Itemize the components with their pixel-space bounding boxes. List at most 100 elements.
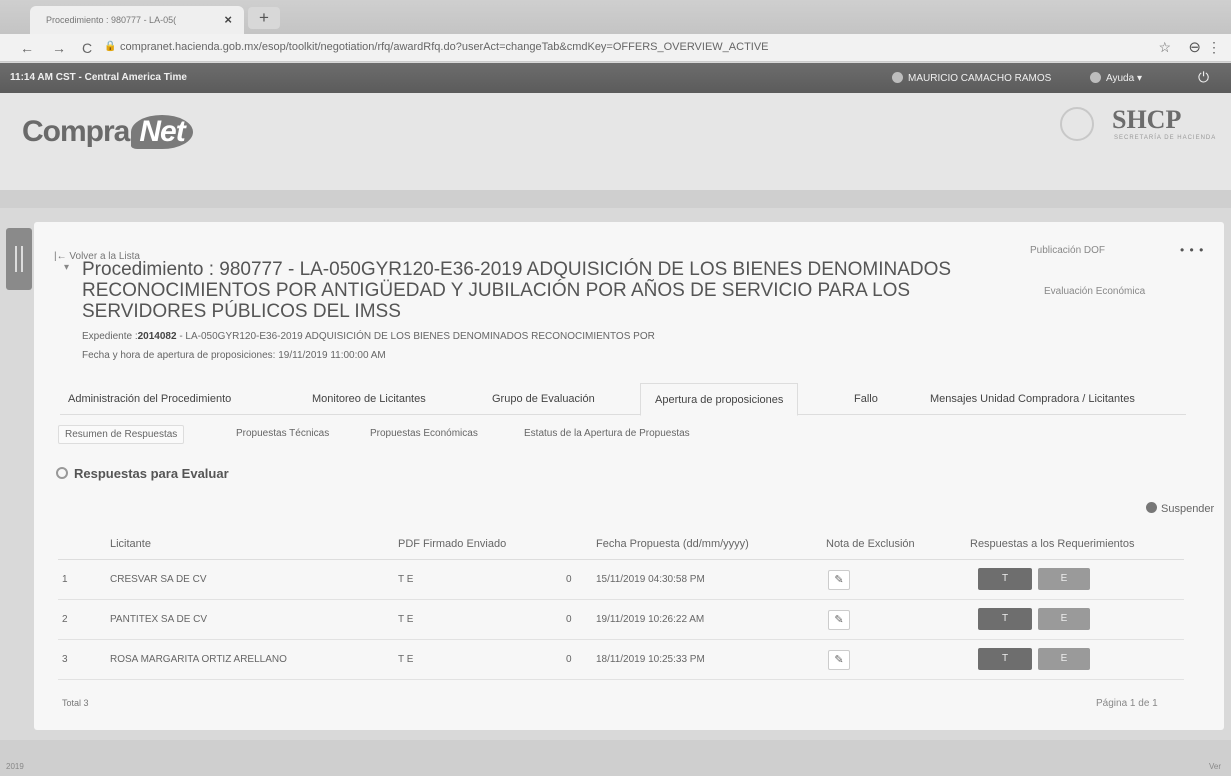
user-name: MAURICIO CAMACHO RAMOS bbox=[908, 73, 1052, 84]
economic-response-button[interactable]: E bbox=[1038, 608, 1090, 630]
edit-note-icon[interactable]: ✎ bbox=[828, 610, 850, 630]
forward-arrow-icon[interactable]: → bbox=[52, 40, 66, 56]
browser-tab-title: Procedimiento : 980777 - LA-05( bbox=[46, 15, 177, 25]
lock-icon: 🔒 bbox=[104, 41, 117, 52]
collapse-caret-icon[interactable]: ▾ bbox=[64, 262, 69, 273]
suspend-label: Suspender bbox=[1161, 503, 1215, 515]
site-header: Compra Net SHCP SECRETARÍA DE HACIENDA bbox=[0, 93, 1231, 205]
licitante-name[interactable]: PANTITEX SA DE CV bbox=[110, 614, 207, 625]
clock-text: 11:14 AM CST - Central America Time bbox=[10, 72, 187, 83]
tab-administracion[interactable]: Administración del Procedimiento bbox=[68, 393, 231, 405]
help-menu[interactable]: Ayuda ▾ bbox=[1090, 72, 1142, 84]
tab-apertura[interactable]: Apertura de proposiciones bbox=[640, 383, 799, 416]
tab-monitoreo[interactable]: Monitoreo de Licitantes bbox=[312, 393, 426, 405]
count-value: 0 bbox=[566, 574, 572, 585]
help-icon bbox=[1090, 72, 1101, 83]
col-fecha[interactable]: Fecha Propuesta (dd/mm/yyyy) bbox=[596, 538, 749, 550]
app-top-bar: 11:14 AM CST - Central America Time MAUR… bbox=[0, 63, 1231, 93]
expediente-line: Expediente :2014082 - LA-050GYR120-E36-2… bbox=[82, 331, 655, 342]
close-tab-icon[interactable]: × bbox=[224, 12, 232, 27]
pdf-status: T E bbox=[398, 574, 414, 585]
col-respuestas: Respuestas a los Requerimientos bbox=[970, 538, 1135, 550]
section-title: Respuestas para Evaluar bbox=[56, 466, 229, 481]
gear-icon bbox=[56, 467, 68, 479]
technical-response-button[interactable]: T bbox=[978, 648, 1032, 670]
logo-text-net: Net bbox=[131, 115, 193, 149]
technical-response-button[interactable]: T bbox=[978, 568, 1032, 590]
user-icon bbox=[892, 72, 903, 83]
browser-tabstrip: Procedimiento : 980777 - LA-05( × + bbox=[0, 0, 1231, 34]
browser-menu-icon[interactable]: ⋮ bbox=[1207, 39, 1221, 56]
shcp-emblem-icon bbox=[1060, 107, 1094, 141]
logo-text-compra: Compra bbox=[22, 115, 130, 148]
tab-fallo[interactable]: Fallo bbox=[854, 393, 878, 405]
expediente-number[interactable]: 2014082 bbox=[138, 331, 177, 342]
table-row: 3 ROSA MARGARITA ORTIZ ARELLANO T E 0 18… bbox=[58, 642, 1184, 680]
edit-note-icon[interactable]: ✎ bbox=[828, 570, 850, 590]
expediente-description: - LA-050GYR120-E36-2019 ADQUISICIÓN DE L… bbox=[176, 331, 655, 342]
browser-tab[interactable]: Procedimiento : 980777 - LA-05( × bbox=[30, 6, 244, 34]
shcp-subtitle: SECRETARÍA DE HACIENDA bbox=[1114, 135, 1217, 141]
expediente-label: Expediente : bbox=[82, 331, 138, 342]
licitante-name[interactable]: ROSA MARGARITA ORTIZ ARELLANO bbox=[110, 654, 287, 665]
reload-icon[interactable]: C bbox=[82, 40, 92, 56]
back-arrow-icon[interactable]: ← bbox=[20, 40, 34, 56]
footer-version: Ver bbox=[1208, 762, 1221, 771]
back-icon: |← bbox=[54, 251, 67, 262]
address-bar: ← → C 🔒 compranet.hacienda.gob.mx/esop/t… bbox=[0, 34, 1231, 62]
col-pdf[interactable]: PDF Firmado Enviado bbox=[398, 538, 506, 550]
licitante-name[interactable]: CRESVAR SA DE CV bbox=[110, 574, 207, 585]
technical-response-button[interactable]: T bbox=[978, 608, 1032, 630]
tab-mensajes[interactable]: Mensajes Unidad Compradora / Licitantes bbox=[930, 393, 1135, 405]
edit-note-icon[interactable]: ✎ bbox=[828, 650, 850, 670]
compranet-logo[interactable]: Compra Net bbox=[22, 115, 193, 149]
url-field[interactable]: compranet.hacienda.gob.mx/esop/toolkit/n… bbox=[120, 41, 769, 53]
col-nota: Nota de Exclusión bbox=[826, 538, 915, 550]
evaluacion-economica-link[interactable]: Evaluación Económica bbox=[1044, 286, 1145, 297]
chevron-down-icon: ▾ bbox=[1136, 73, 1142, 84]
row-number: 1 bbox=[62, 574, 68, 585]
page-footer: 2019 Ver bbox=[0, 740, 1231, 776]
help-label: Ayuda bbox=[1106, 73, 1135, 84]
proposal-date: 19/11/2019 10:26:22 AM bbox=[596, 614, 705, 625]
row-number: 3 bbox=[62, 654, 68, 665]
count-value: 0 bbox=[566, 614, 572, 625]
subtab-estatus[interactable]: Estatus de la Apertura de Propuestas bbox=[524, 428, 690, 439]
col-licitante[interactable]: Licitante bbox=[110, 538, 151, 550]
profile-icon[interactable]: ⊖ bbox=[1188, 38, 1201, 56]
row-number: 2 bbox=[62, 614, 68, 625]
header-divider bbox=[0, 190, 1231, 208]
footer-year: 2019 bbox=[6, 762, 24, 771]
more-options-icon[interactable]: • • • bbox=[1180, 243, 1204, 257]
pdf-status: T E bbox=[398, 654, 414, 665]
shcp-logo: SHCP bbox=[1112, 105, 1182, 134]
economic-response-button[interactable]: E bbox=[1038, 648, 1090, 670]
pdf-status: T E bbox=[398, 614, 414, 625]
bookmark-star-icon[interactable]: ☆ bbox=[1158, 39, 1171, 56]
total-count: Total 3 bbox=[62, 698, 89, 708]
table-header: Licitante PDF Firmado Enviado Fecha Prop… bbox=[58, 530, 1184, 560]
table-row: 2 PANTITEX SA DE CV T E 0 19/11/2019 10:… bbox=[58, 602, 1184, 640]
suspend-button[interactable]: Suspender bbox=[1146, 502, 1214, 515]
pagination-info: Página 1 de 1 bbox=[1096, 698, 1158, 709]
fecha-apertura: Fecha y hora de apertura de proposicione… bbox=[82, 350, 386, 361]
subtab-economicas[interactable]: Propuestas Económicas bbox=[370, 428, 478, 439]
user-menu[interactable]: MAURICIO CAMACHO RAMOS bbox=[892, 72, 1051, 84]
section-title-text: Respuestas para Evaluar bbox=[74, 466, 229, 481]
publicacion-dof-link[interactable]: Publicación DOF bbox=[1030, 245, 1105, 256]
power-icon[interactable]: ⏻ bbox=[1198, 69, 1209, 86]
procedure-title: Procedimiento : 980777 - LA-050GYR120-E3… bbox=[82, 259, 952, 322]
grip-icon bbox=[15, 246, 23, 272]
side-panel-handle[interactable] bbox=[6, 228, 32, 290]
subtab-tecnicas[interactable]: Propuestas Técnicas bbox=[236, 428, 329, 439]
count-value: 0 bbox=[566, 654, 572, 665]
proposal-date: 15/11/2019 04:30:58 PM bbox=[596, 574, 705, 585]
table-row: 1 CRESVAR SA DE CV T E 0 15/11/2019 04:3… bbox=[58, 562, 1184, 600]
proposal-date: 18/11/2019 10:25:33 PM bbox=[596, 654, 705, 665]
economic-response-button[interactable]: E bbox=[1038, 568, 1090, 590]
new-tab-button[interactable]: + bbox=[248, 7, 280, 29]
suspend-icon bbox=[1146, 502, 1157, 513]
procedure-tabs: Administración del Procedimiento Monitor… bbox=[60, 383, 1186, 416]
subtab-resumen[interactable]: Resumen de Respuestas bbox=[58, 425, 185, 444]
tab-grupo-evaluacion[interactable]: Grupo de Evaluación bbox=[492, 393, 595, 405]
